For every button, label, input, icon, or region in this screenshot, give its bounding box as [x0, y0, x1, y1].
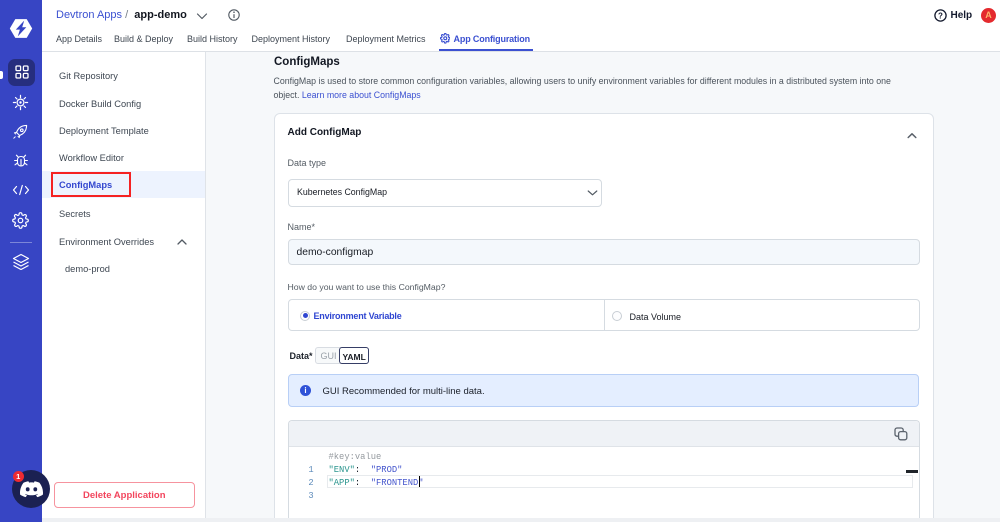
svg-text:?: ?: [938, 11, 943, 20]
